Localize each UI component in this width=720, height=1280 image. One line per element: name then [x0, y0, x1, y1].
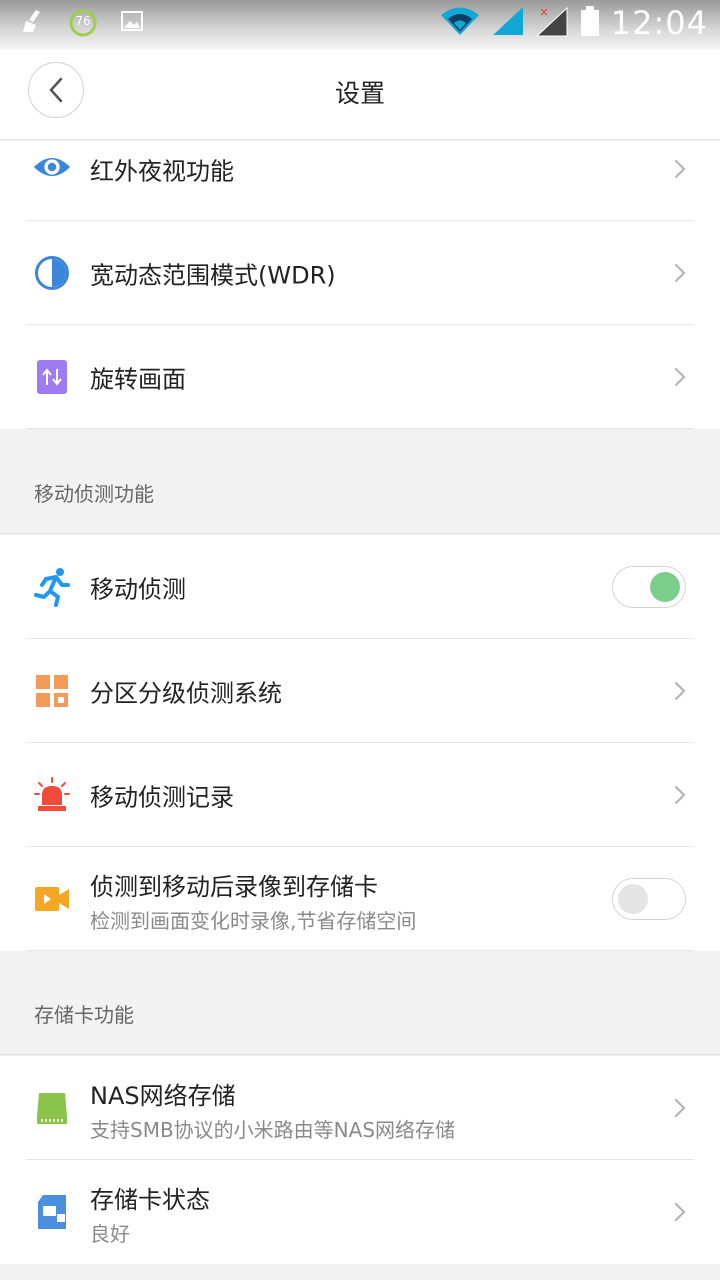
motion-detect-toggle[interactable] [612, 566, 686, 608]
item-label: 侦测到移动后录像到存储卡 [90, 873, 378, 901]
settings-group-top: 红外夜视功能 宽动态范围模式(WDR) 旋转画面 [0, 141, 720, 429]
chevron-right-icon [674, 367, 686, 387]
settings-group-motion: 移动侦测 分区分级侦测系统 移动侦测记录 侦测到移动后录像到存储卡 检测到画面变… [0, 535, 720, 951]
signal-no-sim-icon: × [535, 4, 569, 42]
section-title: 移动侦测功能 [34, 482, 154, 506]
item-label: 旋转画面 [90, 365, 186, 394]
section-header-motion: 移动侦测功能 [0, 430, 720, 534]
item-label: 分区分级侦测系统 [90, 679, 282, 708]
chevron-right-icon [674, 159, 686, 179]
clock: 12:04 [610, 4, 708, 42]
item-subtitle: 支持SMB协议的小米路由等NAS网络存储 [90, 1118, 456, 1142]
item-label: 红外夜视功能 [90, 157, 234, 186]
svg-text:×: × [539, 5, 549, 19]
image-icon [120, 10, 144, 36]
video-camera-icon [32, 879, 72, 919]
notification-badge-count: 76 [75, 14, 91, 28]
grid-icon [32, 671, 72, 711]
wifi-icon [439, 6, 481, 40]
list-item-motion-detect[interactable]: 移动侦测 [0, 535, 720, 639]
record-to-sd-toggle[interactable] [612, 878, 686, 920]
running-person-icon [32, 567, 72, 607]
item-subtitle: 良好 [90, 1222, 130, 1246]
list-item-record-to-sd[interactable]: 侦测到移动后录像到存储卡 检测到画面变化时录像,节省存储空间 [0, 847, 720, 951]
hard-drive-icon [32, 1088, 72, 1128]
half-circle-icon [32, 253, 72, 293]
eye-icon [32, 147, 72, 187]
settings-group-storage: NAS网络存储 支持SMB协议的小米路由等NAS网络存储 存储卡状态 良好 [0, 1056, 720, 1264]
notification-badge-icon: 76 [68, 8, 98, 38]
app-header: 设置 [0, 50, 720, 140]
chevron-right-icon [674, 1202, 686, 1222]
list-item-nas[interactable]: NAS网络存储 支持SMB协议的小米路由等NAS网络存储 [0, 1056, 720, 1160]
item-label: 宽动态范围模式(WDR) [90, 261, 336, 290]
alarm-light-icon [32, 775, 72, 815]
item-label: 移动侦测记录 [90, 783, 234, 812]
list-item-wdr[interactable]: 宽动态范围模式(WDR) [0, 221, 720, 325]
section-header-storage: 存储卡功能 [0, 951, 720, 1055]
rotate-icon [32, 357, 72, 397]
sd-card-icon [32, 1192, 72, 1232]
item-subtitle: 检测到画面变化时录像,节省存储空间 [90, 909, 417, 933]
item-label: 移动侦测 [90, 575, 186, 604]
page-title: 设置 [334, 79, 385, 108]
status-bar: 76 × 12:04 [0, 0, 720, 50]
signal-icon [491, 5, 525, 41]
list-item-rotate[interactable]: 旋转画面 [0, 325, 720, 429]
list-item-zone-detect[interactable]: 分区分级侦测系统 [0, 639, 720, 743]
list-item-sd-status[interactable]: 存储卡状态 良好 [0, 1160, 720, 1264]
list-item-motion-records[interactable]: 移动侦测记录 [0, 743, 720, 847]
battery-icon [579, 5, 601, 41]
chevron-right-icon [674, 1098, 686, 1118]
item-label: 存储卡状态 [90, 1186, 210, 1214]
broom-icon [20, 8, 46, 38]
item-label: NAS网络存储 [90, 1082, 236, 1110]
list-item-night-vision[interactable]: 红外夜视功能 [0, 141, 720, 221]
chevron-right-icon [674, 681, 686, 701]
section-title: 存储卡功能 [34, 1003, 134, 1027]
chevron-right-icon [674, 263, 686, 283]
chevron-right-icon [674, 785, 686, 805]
